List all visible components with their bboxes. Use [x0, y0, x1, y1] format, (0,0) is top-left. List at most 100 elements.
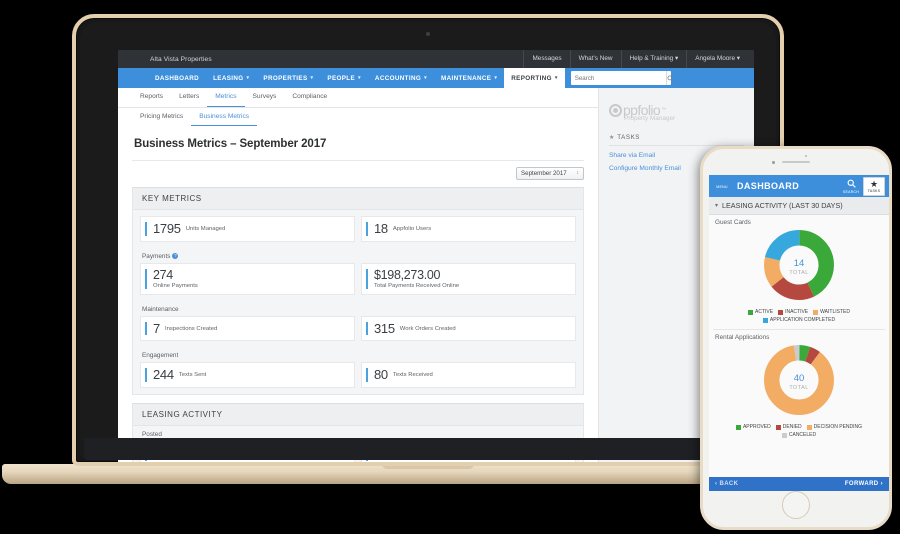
nav-label: PEOPLE — [327, 74, 356, 82]
search-input[interactable] — [570, 74, 666, 82]
legend-item[interactable]: CANCELED — [781, 432, 817, 438]
menu-icon[interactable]: MENU — [711, 184, 733, 189]
section-title: KEY METRICS — [133, 188, 583, 210]
metric-value: 18 — [374, 221, 388, 236]
group-label-maintenance: Maintenance — [142, 305, 179, 313]
section-title: LEASING ACTIVITY — [133, 404, 583, 427]
accent-bar — [366, 368, 368, 383]
phone-tasks-button[interactable]: ★ TASKS — [863, 176, 885, 196]
topbar-help-label: Help & Training — [629, 55, 674, 62]
metric-card[interactable]: 244 Texts Sent — [140, 362, 355, 389]
legend-item[interactable]: APPROVED — [735, 424, 771, 430]
legend-item[interactable]: DENIED — [775, 424, 802, 430]
metric-card[interactable]: 274 Online Payments — [140, 262, 355, 295]
metric-label: Texts Received — [392, 372, 433, 379]
nav-item-properties[interactable]: PROPERTIES ▾ — [256, 68, 320, 88]
subnav-item-letters[interactable]: Letters — [171, 93, 207, 107]
metric-label: Online Payments — [153, 282, 198, 289]
nav-label: ACCOUNTING — [374, 74, 422, 82]
app-main-nav: DASHBOARD LEASING ▾ PROPERTIES ▾ PEOPLE — [118, 68, 754, 88]
donut-chart-rental-applications[interactable]: 40 TOTAL — [763, 344, 835, 421]
legend-swatch — [775, 424, 781, 430]
metric-card[interactable]: 80 Texts Received — [361, 362, 576, 389]
legend-label: ACTIVE — [755, 309, 774, 315]
legend-label: APPROVED — [742, 424, 771, 430]
accent-bar — [145, 321, 147, 336]
search-caption: SEARCH — [842, 189, 860, 194]
legend-label: INACTIVE — [785, 309, 809, 315]
topbar-item-messages[interactable]: Messages — [523, 50, 569, 68]
period-select-value: September 2017 — [521, 170, 567, 177]
legend-swatch — [735, 424, 741, 430]
appfolio-logo: ppfolio ™ Property Manager — [599, 88, 754, 122]
nav-item-leasing[interactable]: LEASING ▾ — [206, 68, 256, 88]
metric-value: 80 — [374, 367, 388, 383]
nav-label: MAINTENANCE — [440, 74, 492, 82]
legend-label: CANCELED — [788, 432, 817, 438]
nav-item-accounting[interactable]: ACCOUNTING ▾ — [368, 68, 434, 88]
subnav-item-pricing-metrics[interactable]: Pricing Metrics — [132, 113, 191, 126]
back-button[interactable]: ‹ BACK — [715, 481, 738, 487]
legend-swatch — [748, 309, 754, 315]
nav-item-dashboard[interactable]: DASHBOARD — [148, 68, 206, 88]
topbar-item-help-training[interactable]: Help & Training ▾ — [620, 50, 687, 68]
chart-title: Rental Applications — [715, 334, 770, 341]
chevron-down-icon: ▾ — [358, 75, 361, 81]
home-button[interactable] — [782, 491, 810, 519]
metric-value: 244 — [153, 367, 174, 383]
proximity-sensor-icon — [805, 155, 808, 158]
nav-item-people[interactable]: PEOPLE ▾ — [320, 68, 368, 88]
app-content: Reports Letters Metrics Surveys Complian… — [118, 88, 754, 462]
nav-item-maintenance[interactable]: MAINTENANCE ▾ — [434, 68, 504, 88]
subnav-item-reports[interactable]: Reports — [132, 93, 171, 107]
metric-label: Units Managed — [185, 225, 226, 232]
nav-label: LEASING — [213, 74, 244, 82]
laptop-lid: Alta Vista Properties Messages What's Ne… — [72, 14, 784, 466]
metrics-subnav: Pricing Metrics Business Metrics — [118, 108, 598, 126]
topbar-item-user-menu[interactable]: Angela Moore ▾ — [686, 50, 748, 68]
legend-item[interactable]: DECISION PENDING — [806, 424, 862, 430]
select-arrows-icon: ↕ — [576, 170, 580, 177]
report-subnav: Reports Letters Metrics Surveys Complian… — [118, 88, 598, 108]
star-icon: ★ — [609, 135, 615, 141]
nav-label: DASHBOARD — [155, 74, 200, 82]
global-search[interactable] — [570, 71, 674, 85]
period-select[interactable]: September 2017 ↕ — [516, 167, 584, 180]
subnav-item-metrics[interactable]: Metrics — [207, 93, 245, 107]
metric-card[interactable]: 7 Inspections Created — [140, 315, 355, 342]
search-icon[interactable] — [665, 71, 674, 85]
phone-page-title: DASHBOARD — [737, 181, 800, 191]
nav-item-reporting[interactable]: REPORTING ▾ — [504, 68, 565, 88]
metric-row-units: 1795 Units Managed 18 Appfolio Users — [133, 210, 583, 248]
subnav-item-compliance[interactable]: Compliance — [284, 93, 335, 107]
search-icon — [847, 179, 856, 190]
phone-section-header[interactable]: ▾ LEASING ACTIVITY (LAST 30 DAYS) — [709, 197, 889, 215]
metric-card[interactable]: 315 Work Orders Created — [361, 315, 576, 342]
legend-item[interactable]: ACTIVE — [748, 309, 773, 315]
forward-button[interactable]: FORWARD › — [845, 481, 883, 487]
topbar-item-whats-new[interactable]: What's New — [569, 50, 621, 68]
legend-item[interactable]: APPLICATION COMPLETED — [762, 317, 835, 323]
metric-card[interactable]: 1795 Units Managed — [140, 216, 355, 242]
metric-row-engagement: 244 Texts Sent 80 Texts Received — [133, 362, 583, 394]
help-icon[interactable]: ? — [172, 252, 179, 259]
page-title: Business Metrics – September 2017 — [134, 138, 327, 150]
legend-item[interactable]: INACTIVE — [778, 309, 808, 315]
accent-bar — [145, 222, 147, 236]
metric-value: $198,273.00 — [374, 267, 441, 282]
legend-guest-cards: ACTIVE INACTIVE WAITLISTED APPLICATION C… — [715, 306, 883, 327]
tasks-header: ★ TASKS — [609, 134, 744, 146]
metric-card[interactable]: 18 Appfolio Users — [361, 216, 576, 242]
subnav-item-business-metrics[interactable]: Business Metrics — [191, 113, 258, 126]
metric-label: Work Orders Created — [399, 325, 456, 332]
metric-card[interactable]: $198,273.00 Total Payments Received Onli… — [361, 262, 576, 295]
group-label-payments: Payments? — [133, 248, 583, 263]
metric-label: Texts Sent — [178, 372, 207, 379]
subnav-item-surveys[interactable]: Surveys — [245, 93, 285, 107]
donut-chart-guest-cards[interactable]: 14 TOTAL — [763, 229, 835, 306]
legend-item[interactable]: WAITLISTED — [813, 309, 850, 315]
phone-search-button[interactable]: SEARCH — [839, 179, 863, 194]
legend-swatch — [762, 317, 768, 323]
chevron-down-icon: ▾ — [715, 203, 719, 209]
